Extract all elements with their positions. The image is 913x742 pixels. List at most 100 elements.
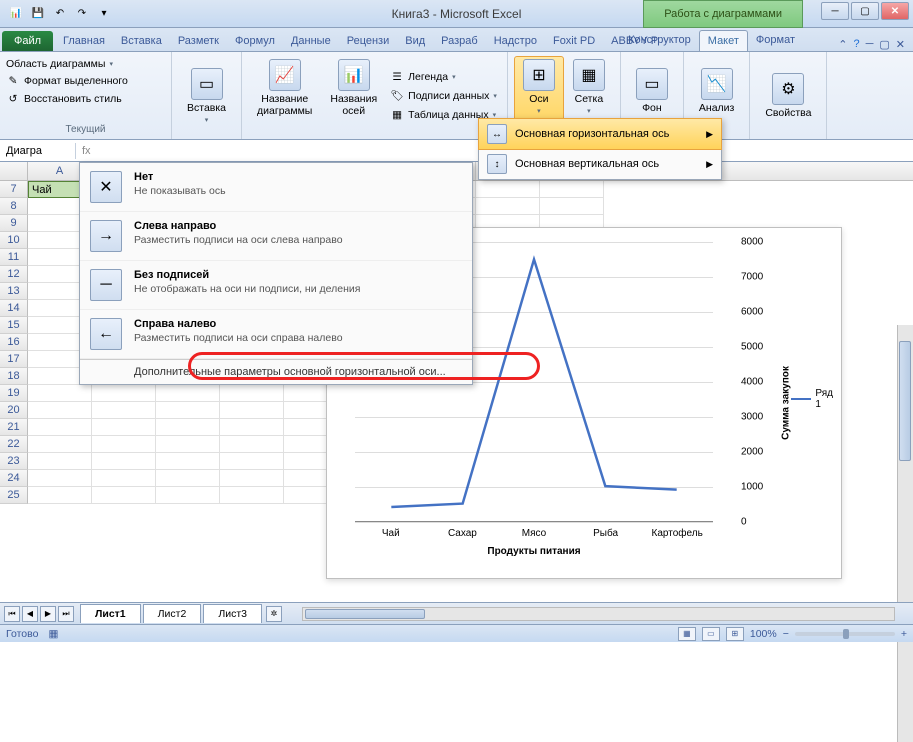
- cell[interactable]: [540, 181, 604, 198]
- cell[interactable]: [156, 487, 220, 504]
- page-break-view-button[interactable]: ⊞: [726, 627, 744, 641]
- format-selection-button[interactable]: ✎ Формат выделенного: [6, 72, 165, 90]
- axis-option-rtl[interactable]: ← Справа налево Разместить подписи на ос…: [80, 310, 472, 359]
- tab-review[interactable]: Рецензи: [339, 31, 398, 51]
- cell[interactable]: [92, 453, 156, 470]
- page-layout-view-button[interactable]: ▭: [702, 627, 720, 641]
- cell[interactable]: [92, 402, 156, 419]
- cell[interactable]: [92, 419, 156, 436]
- sheet-nav-prev[interactable]: ◀: [22, 606, 38, 622]
- cell[interactable]: [220, 487, 284, 504]
- cell[interactable]: [28, 487, 92, 504]
- axis-more-options[interactable]: Дополнительные параметры основной горизо…: [80, 360, 472, 384]
- tab-formulas[interactable]: Формул: [227, 31, 283, 51]
- axis-titles-button[interactable]: 📊 Названия осей: [321, 56, 386, 135]
- legend-button[interactable]: ☰Легенда▾: [386, 68, 501, 86]
- tab-layout[interactable]: Разметк: [170, 31, 227, 51]
- tab-design[interactable]: Конструктор: [620, 30, 699, 51]
- ribbon-minimize-icon[interactable]: ⌃: [838, 38, 847, 51]
- tab-foxit[interactable]: Foxit PD: [545, 31, 603, 51]
- maximize-button[interactable]: ▢: [851, 2, 879, 20]
- sheet-nav-first[interactable]: ⏮: [4, 606, 20, 622]
- tab-data[interactable]: Данные: [283, 31, 339, 51]
- redo-icon[interactable]: ↷: [72, 4, 92, 24]
- cell[interactable]: [156, 453, 220, 470]
- cell[interactable]: [28, 402, 92, 419]
- row-header[interactable]: 9: [0, 215, 28, 232]
- chart-title-button[interactable]: 📈 Название диаграммы: [248, 56, 321, 135]
- row-header[interactable]: 10: [0, 232, 28, 249]
- new-sheet-button[interactable]: ✲: [266, 606, 282, 622]
- reset-style-button[interactable]: ↺ Восстановить стиль: [6, 90, 165, 108]
- cell[interactable]: [156, 419, 220, 436]
- cell[interactable]: [220, 436, 284, 453]
- cell[interactable]: [220, 402, 284, 419]
- insert-button[interactable]: ▭ Вставка▾: [178, 65, 235, 127]
- cell[interactable]: [476, 198, 540, 215]
- cell[interactable]: [156, 470, 220, 487]
- undo-icon[interactable]: ↶: [50, 4, 70, 24]
- cell[interactable]: [220, 419, 284, 436]
- cell[interactable]: [92, 436, 156, 453]
- save-icon[interactable]: 💾: [28, 4, 48, 24]
- tab-insert[interactable]: Вставка: [113, 31, 170, 51]
- name-box[interactable]: Диагра: [0, 143, 76, 159]
- row-header[interactable]: 23: [0, 453, 28, 470]
- cell[interactable]: [92, 385, 156, 402]
- axis-option-nolabels[interactable]: ─ Без подписей Не отображать на оси ни п…: [80, 261, 472, 310]
- sheet-tab[interactable]: Лист1: [80, 604, 141, 623]
- select-all-corner[interactable]: [0, 162, 28, 180]
- row-header[interactable]: 21: [0, 419, 28, 436]
- cell[interactable]: [156, 385, 220, 402]
- axis-option-none[interactable]: ✕ Нет Не показывать ось: [80, 163, 472, 212]
- chart-legend[interactable]: Ряд 1: [791, 388, 833, 410]
- macro-record-icon[interactable]: ▦: [48, 628, 58, 640]
- row-header[interactable]: 18: [0, 368, 28, 385]
- tab-home[interactable]: Главная: [55, 31, 113, 51]
- sheet-tab[interactable]: Лист2: [143, 604, 202, 623]
- row-header[interactable]: 12: [0, 266, 28, 283]
- row-header[interactable]: 7: [0, 181, 28, 198]
- cell[interactable]: [28, 470, 92, 487]
- submenu-horizontal-axis[interactable]: ↔ Основная горизонтальная ось ▶: [478, 118, 722, 150]
- workbook-minimize-icon[interactable]: ─: [866, 38, 874, 51]
- tab-view[interactable]: Вид: [397, 31, 433, 51]
- cell[interactable]: [28, 453, 92, 470]
- cell[interactable]: [28, 419, 92, 436]
- cell[interactable]: [220, 470, 284, 487]
- axis-option-ltr[interactable]: → Слева направо Разместить подписи на ос…: [80, 212, 472, 261]
- row-header[interactable]: 20: [0, 402, 28, 419]
- sheet-nav-last[interactable]: ⏭: [58, 606, 74, 622]
- tab-developer[interactable]: Разраб: [433, 31, 486, 51]
- submenu-vertical-axis[interactable]: ↕ Основная вертикальная ось ▶: [479, 149, 721, 179]
- zoom-out-button[interactable]: −: [783, 628, 789, 640]
- row-header[interactable]: 11: [0, 249, 28, 266]
- row-header[interactable]: 13: [0, 283, 28, 300]
- cell[interactable]: [92, 487, 156, 504]
- cell[interactable]: [220, 453, 284, 470]
- cell[interactable]: [156, 402, 220, 419]
- help-icon[interactable]: ?: [853, 38, 859, 51]
- sheet-tab[interactable]: Лист3: [203, 604, 262, 623]
- workbook-close-icon[interactable]: ✕: [896, 38, 905, 51]
- tab-format[interactable]: Формат: [748, 30, 803, 51]
- minimize-button[interactable]: ─: [821, 2, 849, 20]
- excel-icon[interactable]: 📊: [6, 4, 26, 24]
- scroll-thumb[interactable]: [899, 341, 911, 461]
- sheet-nav-next[interactable]: ▶: [40, 606, 56, 622]
- qat-custom-icon[interactable]: ▾: [94, 4, 114, 24]
- scroll-thumb[interactable]: [305, 609, 425, 619]
- close-button[interactable]: ✕: [881, 2, 909, 20]
- row-header[interactable]: 17: [0, 351, 28, 368]
- chart-element-selector[interactable]: Область диаграммы▾: [6, 56, 165, 72]
- properties-button[interactable]: ⚙ Свойства: [756, 70, 820, 122]
- zoom-level[interactable]: 100%: [750, 628, 777, 640]
- tab-chart-layout[interactable]: Макет: [699, 30, 748, 51]
- vertical-scrollbar[interactable]: [897, 325, 913, 742]
- cell[interactable]: [476, 181, 540, 198]
- cell[interactable]: [156, 436, 220, 453]
- cell[interactable]: [28, 385, 92, 402]
- row-header[interactable]: 8: [0, 198, 28, 215]
- fx-icon[interactable]: fx: [76, 145, 97, 157]
- row-header[interactable]: 24: [0, 470, 28, 487]
